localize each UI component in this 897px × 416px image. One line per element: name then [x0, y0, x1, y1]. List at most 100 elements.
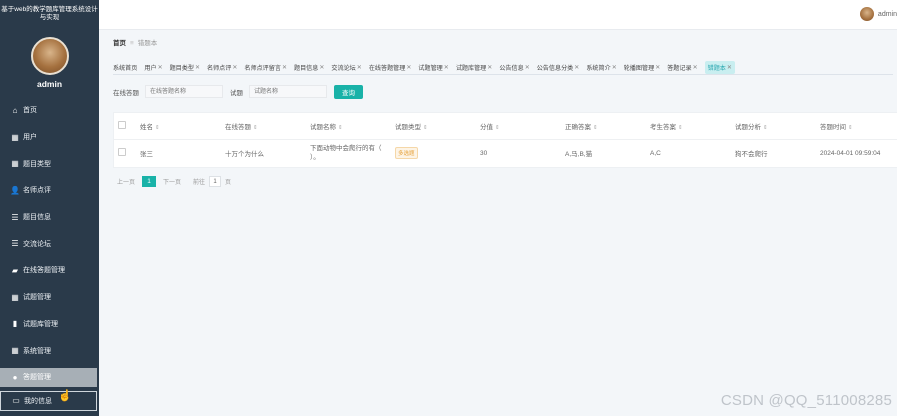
chat-icon: ▰: [11, 265, 19, 275]
list-icon: ☰: [11, 239, 19, 249]
sidebar-item-question-types[interactable]: ▦ 题目类型: [0, 150, 99, 177]
tab-carousel[interactable]: 轮播图管理 ✕: [624, 63, 661, 72]
next-page-button[interactable]: 下一页: [163, 177, 181, 186]
close-icon[interactable]: ✕: [612, 64, 617, 71]
sidebar-item-forum[interactable]: ☰ 交流论坛: [0, 230, 99, 257]
home-icon: ⌂: [12, 105, 18, 115]
close-icon[interactable]: ✕: [444, 64, 449, 71]
close-icon[interactable]: ✕: [693, 64, 698, 71]
column-header[interactable]: 试题名称 ⇕: [306, 113, 391, 140]
table-row[interactable]: 张三 十万个为什么 下面动物中会爬行的有（ ）。 多选题 30 A,马,B,猫 …: [114, 140, 897, 167]
sidebar-item-label: 用户: [23, 134, 37, 142]
column-header[interactable]: 试题分析 ⇕: [731, 113, 816, 140]
sidebar-item-system[interactable]: ▦ 系统管理: [0, 337, 99, 364]
column-header[interactable]: 答题时间 ⇕: [816, 113, 897, 140]
tab-teacher-reviews[interactable]: 名师点评 ✕: [207, 63, 237, 72]
sidebar-item-answer-management[interactable]: ● 答题管理: [0, 367, 97, 387]
tab-announcements[interactable]: 公告信息 ✕: [499, 63, 529, 72]
column-header[interactable]: 试题类型 ⇕: [391, 113, 476, 140]
search-bar: 在线答题 试题 查询: [113, 84, 363, 99]
tab-home[interactable]: 系统首页: [113, 63, 137, 72]
tab-bar: 系统首页 用户 ✕ 题目类型 ✕ 名师点评 ✕ 名师点评留言 ✕ 题目信息 ✕ 交流论坛 ✕…: [113, 60, 893, 75]
sort-icon[interactable]: ⇕: [678, 125, 683, 131]
sort-icon[interactable]: ⇕: [495, 125, 500, 131]
sidebar-item-teacher-reviews[interactable]: 👤 名师点评: [0, 177, 99, 204]
tab-wrong-questions[interactable]: 错题本 ✕: [704, 60, 735, 74]
close-icon[interactable]: ✕: [574, 64, 579, 71]
tab-system-intro[interactable]: 系统简介 ✕: [586, 63, 616, 72]
tab-label: 公告信息分类: [536, 64, 574, 72]
sort-icon[interactable]: ⇕: [593, 125, 598, 131]
page-number-current[interactable]: 1: [142, 176, 157, 187]
cell-score: 30: [480, 149, 488, 157]
tab-online-exam[interactable]: 在线答题管理 ✕: [369, 63, 412, 72]
close-icon[interactable]: ✕: [357, 64, 362, 71]
column-header[interactable]: 在线答题 ⇕: [221, 113, 306, 140]
breadcrumb-home[interactable]: 首页: [113, 40, 126, 47]
user-icon: 👤: [10, 185, 20, 195]
select-all-checkbox[interactable]: [118, 121, 126, 129]
sidebar-item-users[interactable]: ▦ 用户: [0, 124, 99, 151]
row-checkbox[interactable]: [118, 148, 126, 156]
close-icon[interactable]: ✕: [319, 64, 324, 71]
tab-review-comments[interactable]: 名师点评留言 ✕: [244, 63, 287, 72]
column-header[interactable]: 考生答案 ⇕: [646, 113, 731, 140]
close-icon[interactable]: ✕: [282, 64, 287, 71]
column-header[interactable]: 姓名 ⇕: [136, 113, 221, 140]
tab-answer-records[interactable]: 答题记录 ✕: [667, 63, 697, 72]
avatar[interactable]: [30, 37, 69, 75]
table-header-row: 姓名 ⇕ 在线答题 ⇕ 试题名称 ⇕ 试题类型 ⇕ 分值 ⇕ 正确答案 ⇕ 考生答案 ⇕ 试题…: [114, 113, 897, 140]
exam-search-input[interactable]: [145, 85, 223, 98]
tab-announcement-categories[interactable]: 公告信息分类 ✕: [537, 63, 580, 72]
query-button[interactable]: 查询: [334, 84, 363, 99]
sort-icon[interactable]: ⇕: [155, 125, 160, 131]
top-username[interactable]: admin: [878, 11, 897, 18]
tab-label: 名师点评: [207, 64, 232, 72]
close-icon[interactable]: ✕: [655, 64, 660, 71]
system-title: 基于web的教学题库管理系统设计与实现: [1, 6, 98, 21]
sort-icon[interactable]: ⇕: [253, 125, 258, 131]
close-icon[interactable]: ✕: [232, 64, 237, 71]
prev-page-button[interactable]: 上一页: [117, 177, 135, 186]
row-select-cell[interactable]: [114, 140, 136, 167]
user-menu[interactable]: admin: [859, 7, 897, 21]
sidebar-item-test-management[interactable]: ▦ 试题管理: [0, 284, 99, 311]
column-header[interactable]: 正确答案 ⇕: [561, 113, 646, 140]
question-search-input[interactable]: [249, 85, 327, 98]
tab-users[interactable]: 用户 ✕: [144, 63, 162, 72]
sort-icon[interactable]: ⇕: [848, 125, 853, 131]
sidebar-item-my-info[interactable]: ▭ 我的信息: [0, 390, 97, 411]
close-icon[interactable]: ✕: [727, 64, 732, 71]
list-icon: ☰: [11, 212, 19, 222]
sort-icon[interactable]: ⇕: [423, 125, 428, 131]
tab-test-management[interactable]: 试题管理 ✕: [418, 63, 448, 72]
select-all-cell[interactable]: [114, 113, 136, 140]
close-icon[interactable]: ✕: [158, 64, 163, 71]
tab-question-bank[interactable]: 试题库管理 ✕: [456, 63, 493, 72]
breadcrumb: 首页 ≡ 错题本: [113, 37, 157, 47]
cell-correct-answer: A,马,B,猫: [565, 151, 593, 158]
column-header-label: 试题名称: [310, 124, 336, 131]
sidebar-item-question-bank[interactable]: ▮ 试题库管理: [0, 311, 99, 338]
close-icon[interactable]: ✕: [525, 64, 530, 71]
sort-icon[interactable]: ⇕: [763, 125, 768, 131]
grid-icon: ▦: [11, 132, 19, 142]
close-icon[interactable]: ✕: [487, 64, 492, 71]
sidebar-item-question-info[interactable]: ☰ 题目信息: [0, 204, 99, 231]
sidebar-item-home[interactable]: ⌂ 首页: [0, 97, 99, 124]
close-icon[interactable]: ✕: [406, 64, 411, 71]
close-icon[interactable]: ✕: [195, 64, 200, 71]
tab-question-types[interactable]: 题目类型 ✕: [170, 63, 200, 72]
sidebar-item-online-exam[interactable]: ▰ 在线答题管理: [0, 257, 99, 284]
tab-forum[interactable]: 交流论坛 ✕: [331, 63, 361, 72]
cell-type: 多选题: [391, 140, 476, 167]
top-bar: admin: [99, 0, 897, 30]
sort-icon[interactable]: ⇕: [338, 125, 343, 131]
sidebar-item-label: 题目类型: [23, 160, 51, 168]
grid-icon: ▦: [11, 292, 19, 302]
column-header[interactable]: 分值 ⇕: [476, 113, 561, 140]
tab-label: 名师点评留言: [244, 64, 281, 72]
avatar[interactable]: [859, 7, 874, 21]
goto-page-input[interactable]: 1: [209, 176, 222, 187]
tab-question-info[interactable]: 题目信息 ✕: [294, 63, 324, 72]
